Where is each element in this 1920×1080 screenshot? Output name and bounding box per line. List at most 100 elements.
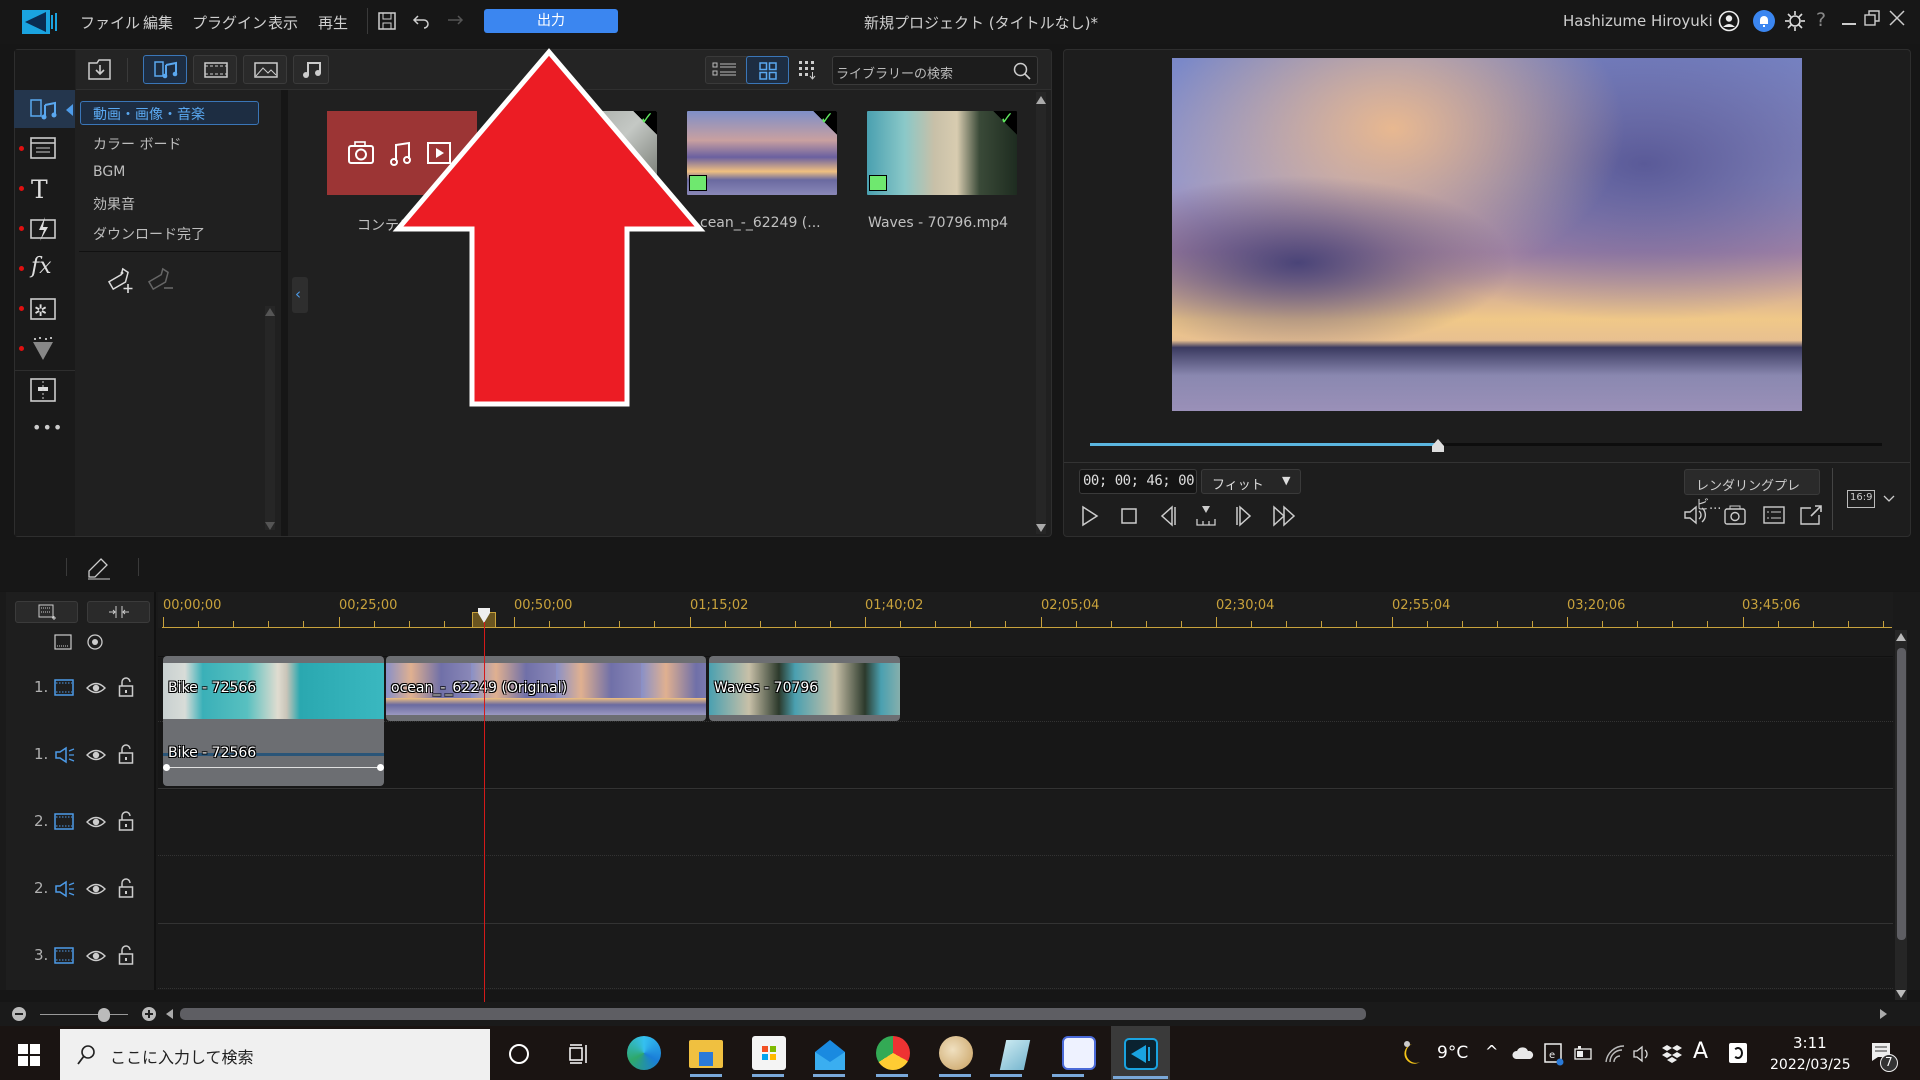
volume-envelope[interactable]: [166, 767, 380, 768]
more-rooms-icon[interactable]: •••: [32, 418, 63, 437]
undo-icon[interactable]: [412, 13, 430, 29]
render-preview-button[interactable]: レンダリングプレビ...: [1684, 469, 1820, 513]
import-media-icon[interactable]: [88, 59, 112, 81]
snapshot-camera-icon[interactable]: [1723, 504, 1747, 526]
task-view-icon[interactable]: [568, 1043, 592, 1065]
library-scrollbar[interactable]: [1036, 92, 1046, 534]
zoom-slider-thumb[interactable]: [98, 1008, 110, 1022]
menu-view[interactable]: 表示: [268, 12, 298, 33]
help-icon[interactable]: ?: [1816, 9, 1826, 31]
battery-icon[interactable]: [1574, 1046, 1594, 1062]
wifi-icon[interactable]: [1604, 1044, 1626, 1064]
library-item-bike[interactable]: ✓: [510, 111, 657, 195]
menu-plugin[interactable]: プラグイン: [192, 12, 267, 33]
timeline-ruler[interactable]: [158, 592, 1893, 628]
menu-edit[interactable]: 編集: [143, 12, 173, 33]
vertical-scroll-thumb[interactable]: [1897, 648, 1906, 940]
speaker-volume-icon[interactable]: [1632, 1045, 1652, 1063]
track-lock-icon[interactable]: [118, 878, 134, 902]
chrome-browser-icon[interactable]: [876, 1036, 910, 1070]
media-room-icon[interactable]: [30, 99, 58, 121]
track-lock-icon[interactable]: [118, 811, 134, 835]
filter-audio-button[interactable]: [293, 55, 329, 84]
sync-icon[interactable]: e: [1543, 1042, 1565, 1066]
mark-in-out-icon[interactable]: [1195, 505, 1217, 527]
zoom-slider-track[interactable]: [40, 1014, 128, 1015]
clip-ocean[interactable]: ocean_-_62249 (Original): [386, 656, 706, 721]
track-manager-button[interactable]: [15, 601, 78, 623]
cortana-icon[interactable]: [509, 1044, 529, 1064]
track-visibility-eye-icon[interactable]: [86, 880, 106, 902]
fit-timeline-button[interactable]: [87, 601, 150, 623]
title-room-icon[interactable]: [30, 137, 56, 159]
scroll-left-icon[interactable]: [166, 1009, 173, 1019]
mail-icon[interactable]: [813, 1038, 847, 1072]
dropbox-icon[interactable]: [1662, 1044, 1682, 1064]
redo-icon[interactable]: [446, 13, 464, 29]
notification-bell-icon[interactable]: [1753, 10, 1775, 32]
category-scrollbar[interactable]: [265, 306, 275, 530]
output-button[interactable]: 出力: [484, 9, 618, 33]
category-downloaded[interactable]: ダウンロード完了: [93, 224, 205, 244]
filter-all-media-button[interactable]: [143, 55, 187, 84]
scroll-up-icon[interactable]: [1036, 96, 1046, 104]
category-color-board[interactable]: カラー ボード: [93, 134, 181, 154]
zoom-out-button[interactable]: [12, 1007, 26, 1021]
clock-time[interactable]: 3:11: [1793, 1034, 1827, 1052]
track-lock-icon[interactable]: [118, 677, 134, 701]
ime-mode-indicator[interactable]: A: [1693, 1039, 1708, 1064]
play-icon[interactable]: [1080, 505, 1100, 527]
next-frame-icon[interactable]: [1234, 505, 1254, 527]
text-room-icon[interactable]: T: [31, 175, 48, 204]
settings-gear-icon[interactable]: [1784, 10, 1806, 32]
category-media[interactable]: 動画・画像・音楽: [93, 104, 205, 124]
timecode-field[interactable]: 00; 00; 46; 00: [1079, 469, 1197, 494]
weather-moon-icon[interactable]: [1398, 1040, 1424, 1068]
ime-pad-icon[interactable]: [1729, 1043, 1747, 1063]
horizontal-scroll-thumb[interactable]: [180, 1008, 1366, 1020]
track-visibility-eye-icon[interactable]: [86, 813, 106, 835]
clock-date[interactable]: 2022/03/25: [1770, 1057, 1851, 1073]
add-tag-icon[interactable]: [108, 266, 136, 294]
volume-keyframe[interactable]: [377, 764, 384, 771]
restore-icon[interactable]: [1864, 10, 1880, 26]
scroll-down-icon[interactable]: [265, 522, 275, 530]
display-options-icon[interactable]: [1762, 505, 1786, 525]
scroll-up-icon[interactable]: [1896, 633, 1906, 641]
show-hidden-icons-chevron-icon[interactable]: ^: [1485, 1042, 1498, 1061]
remove-tag-icon[interactable]: [148, 266, 176, 294]
volume-keyframe[interactable]: [163, 764, 170, 771]
app-icon[interactable]: [1062, 1036, 1096, 1070]
menu-file[interactable]: ファイル: [80, 12, 140, 33]
scroll-down-icon[interactable]: [1896, 990, 1906, 998]
scroll-down-icon[interactable]: [1036, 524, 1046, 532]
paint-app-icon[interactable]: [939, 1036, 973, 1070]
category-splitter[interactable]: [281, 90, 288, 536]
save-icon[interactable]: [378, 12, 396, 30]
fast-forward-icon[interactable]: [1272, 505, 1298, 527]
microsoft-store-icon[interactable]: [752, 1036, 786, 1070]
sort-icon[interactable]: [798, 60, 816, 80]
fx-room-icon[interactable]: fx: [31, 254, 52, 279]
library-item-ocean[interactable]: ✓: [687, 111, 837, 195]
library-item-waves[interactable]: ✓: [867, 111, 1017, 195]
grid-view-button[interactable]: [746, 56, 789, 84]
previous-frame-icon[interactable]: [1158, 505, 1178, 527]
category-sound-effects[interactable]: 効果音: [93, 194, 135, 214]
track-visibility-eye-icon[interactable]: [86, 746, 106, 768]
search-icon[interactable]: [1013, 62, 1031, 80]
scroll-up-icon[interactable]: [265, 308, 275, 316]
filter-image-button[interactable]: [243, 55, 287, 84]
weather-temperature[interactable]: 9°C: [1437, 1043, 1468, 1063]
library-search-field[interactable]: ライブラリーの検索: [832, 56, 1038, 85]
edit-tools-pen-icon[interactable]: [86, 557, 112, 581]
list-view-icon[interactable]: [710, 60, 740, 80]
menu-playback[interactable]: 再生: [318, 12, 348, 33]
zoom-select[interactable]: フィット ▼: [1201, 469, 1301, 494]
clip-bike-video-audio[interactable]: Bike - 72566 Bike - 72566: [163, 656, 384, 786]
taskbar-search-box[interactable]: ここに入力して検索: [60, 1029, 490, 1080]
powerdirector-icon[interactable]: [1124, 1038, 1158, 1070]
onedrive-cloud-icon[interactable]: [1512, 1046, 1534, 1060]
file-explorer-icon[interactable]: [689, 1040, 723, 1068]
undock-preview-icon[interactable]: [1799, 504, 1823, 526]
